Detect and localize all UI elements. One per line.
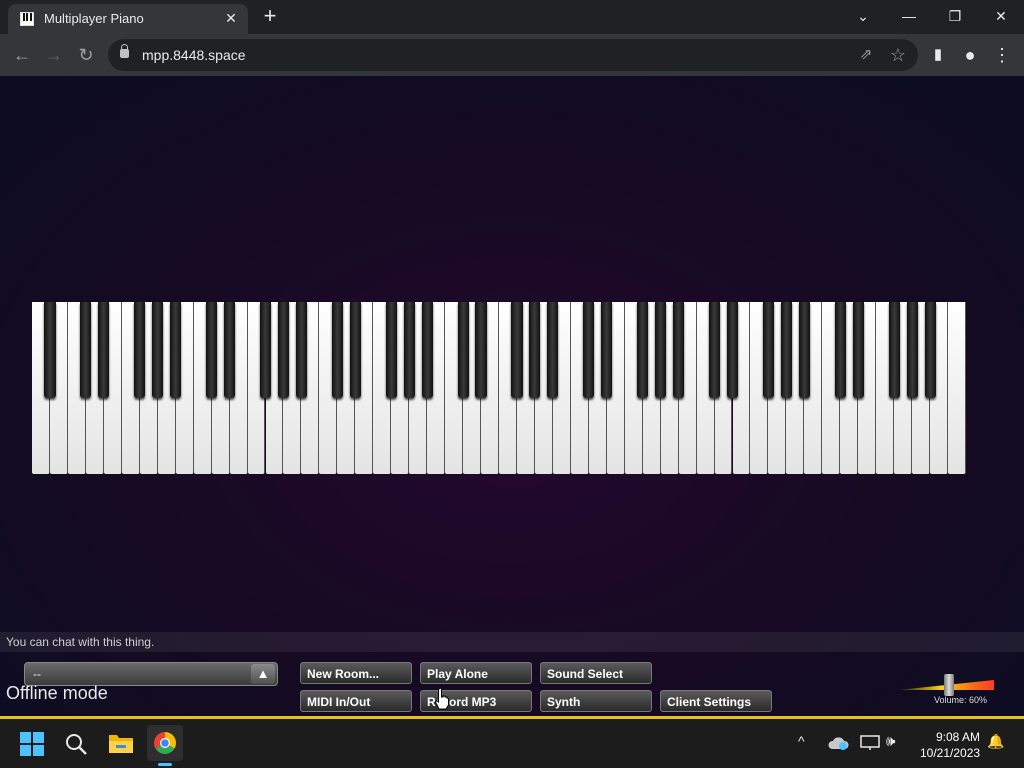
piano-black-key[interactable] <box>601 302 613 398</box>
piano-keyboard[interactable] <box>32 302 966 474</box>
piano-black-key[interactable] <box>134 302 146 398</box>
browser-toolbar: ← → ↻ mpp.8448.space ⇗ ☆ ▮ ● ⋮ <box>0 34 1024 76</box>
notification-bell-icon[interactable]: 🔔 <box>987 733 1004 750</box>
piano-black-key[interactable] <box>457 302 469 398</box>
address-bar[interactable]: mpp.8448.space <box>108 39 918 71</box>
file-explorer-icon[interactable] <box>108 732 134 754</box>
chrome-icon <box>154 732 176 754</box>
piano-black-key[interactable] <box>708 302 721 398</box>
share-icon[interactable]: ⇗ <box>854 43 878 67</box>
browser-tab[interactable]: Multiplayer Piano ✕ <box>8 4 248 34</box>
tab-title: Multiplayer Piano <box>44 11 144 26</box>
piano-black-key[interactable] <box>421 302 433 398</box>
piano-black-key[interactable] <box>726 302 739 398</box>
expand-arrow-icon[interactable]: ▲ <box>251 664 275 684</box>
search-icon[interactable] <box>64 732 88 756</box>
piano-black-key[interactable] <box>547 302 559 398</box>
profile-icon[interactable]: ● <box>958 43 982 67</box>
status-offline-mode: Offline mode <box>6 683 108 703</box>
piano-black-key[interactable] <box>888 302 900 398</box>
chat-bar[interactable]: You can chat with this thing. <box>0 632 1024 652</box>
clock-time[interactable]: 9:08 AM <box>936 730 980 744</box>
piano-black-key[interactable] <box>80 302 92 398</box>
chrome-taskbar-button[interactable] <box>147 725 183 761</box>
play-alone-button[interactable]: Play Alone <box>420 662 532 684</box>
volume-slider[interactable]: Volume: 60% <box>896 670 996 706</box>
piano-black-key[interactable] <box>224 302 236 398</box>
restore-button[interactable]: ❐ <box>932 0 978 34</box>
new-room-button[interactable]: New Room... <box>300 662 412 684</box>
sound-select-button[interactable]: Sound Select <box>540 662 652 684</box>
piano-black-key[interactable] <box>906 302 918 398</box>
piano-black-key[interactable] <box>655 302 667 398</box>
tab-search-icon[interactable]: ⌄ <box>840 0 886 34</box>
midi-button[interactable]: MIDI In/Out <box>300 690 412 712</box>
piano-black-key[interactable] <box>511 302 523 398</box>
back-icon[interactable]: ← <box>10 43 34 67</box>
piano-black-key[interactable] <box>403 302 415 398</box>
piano-black-key[interactable] <box>44 302 56 398</box>
chat-hint: You can chat with this thing. <box>6 635 155 649</box>
windows-start-icon[interactable] <box>20 732 44 756</box>
piano-black-key[interactable] <box>170 302 182 398</box>
url-text[interactable]: mpp.8448.space <box>142 47 246 63</box>
active-app-indicator <box>158 763 172 766</box>
taskbar: ^ 🕪 9:08 AM 10/21/2023 🔔 <box>0 719 1024 768</box>
network-icon[interactable] <box>860 735 880 751</box>
forward-icon[interactable]: → <box>42 43 66 67</box>
piano-black-key[interactable] <box>152 302 164 398</box>
volume-knob[interactable] <box>943 674 954 696</box>
piano-black-key[interactable] <box>206 302 218 398</box>
piano-black-key[interactable] <box>834 302 846 398</box>
piano-black-key[interactable] <box>762 302 774 398</box>
piano-black-key[interactable] <box>295 302 307 398</box>
piano-black-key[interactable] <box>673 302 685 398</box>
lock-icon[interactable] <box>120 44 129 58</box>
piano-white-key[interactable] <box>948 302 966 474</box>
piano-black-key[interactable] <box>798 302 810 398</box>
room-select-value: -- <box>33 667 41 681</box>
tray-chevron-icon[interactable]: ^ <box>798 733 805 749</box>
piano-black-key[interactable] <box>277 302 290 398</box>
clock-date[interactable]: 10/21/2023 <box>920 746 980 760</box>
tab-close-icon[interactable]: ✕ <box>222 9 240 27</box>
piano-black-key[interactable] <box>637 302 649 398</box>
onedrive-icon[interactable] <box>828 735 850 751</box>
piano-black-key[interactable] <box>259 302 272 398</box>
client-settings-button[interactable]: Client Settings <box>660 690 772 712</box>
browser-title-bar: Multiplayer Piano ✕ + ⌄ — ❐ ✕ <box>0 0 1024 34</box>
new-tab-button[interactable]: + <box>258 4 282 28</box>
piano-black-key[interactable] <box>852 302 864 398</box>
speaker-icon[interactable]: 🕪 <box>886 733 895 750</box>
piano-page: You can chat with this thing. -- ▲ Offli… <box>0 76 1024 716</box>
piano-black-key[interactable] <box>529 302 541 398</box>
synth-button[interactable]: Synth <box>540 690 652 712</box>
menu-icon[interactable]: ⋮ <box>990 43 1014 67</box>
piano-black-key[interactable] <box>331 302 343 398</box>
piano-black-key[interactable] <box>349 302 361 398</box>
close-window-button[interactable]: ✕ <box>978 0 1024 34</box>
hand-cursor-icon <box>434 688 449 710</box>
piano-black-key[interactable] <box>780 302 792 398</box>
bookmark-star-icon[interactable]: ☆ <box>886 43 910 67</box>
piano-black-key[interactable] <box>583 302 595 398</box>
piano-black-key[interactable] <box>924 302 936 398</box>
piano-black-key[interactable] <box>98 302 110 398</box>
side-panel-icon[interactable]: ▮ <box>926 43 950 67</box>
minimize-button[interactable]: — <box>886 0 932 34</box>
reload-icon[interactable]: ↻ <box>74 43 98 67</box>
piano-favicon-icon <box>20 12 34 26</box>
piano-black-key[interactable] <box>475 302 487 398</box>
piano-black-key[interactable] <box>385 302 397 398</box>
volume-label: Volume: 60% <box>934 695 988 705</box>
